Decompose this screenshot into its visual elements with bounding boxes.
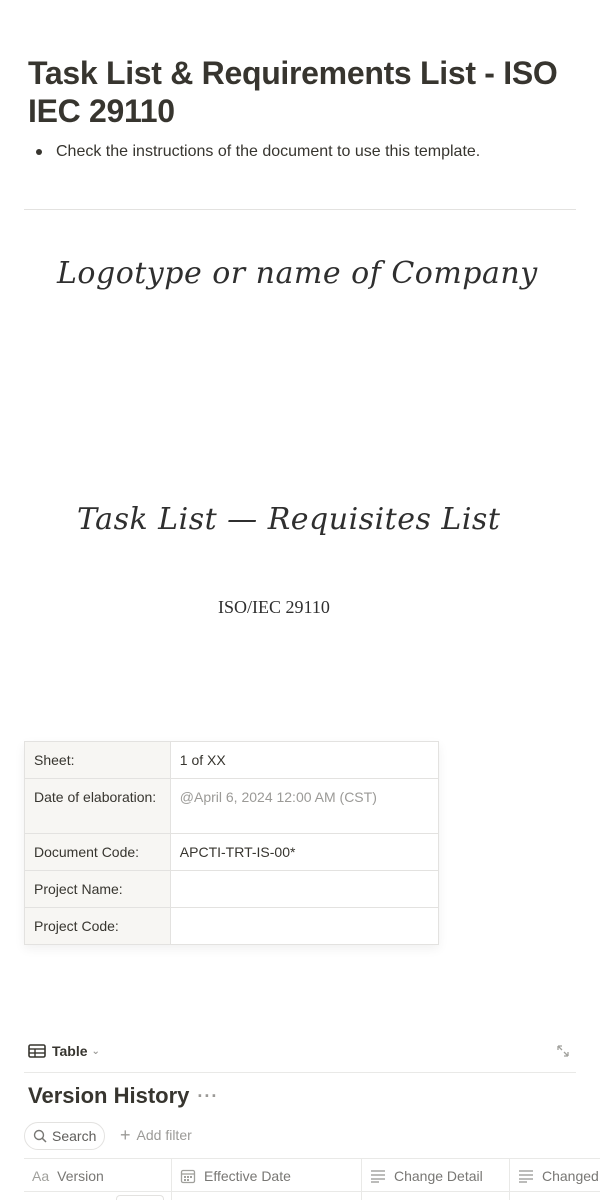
instructions-bullet: Check the instructions of the document t…	[28, 143, 480, 161]
sheet-value[interactable]: 1 of XX	[169, 741, 440, 779]
database-title: Version History ···	[28, 1083, 218, 1109]
table-row: Project Code:	[24, 907, 440, 945]
column-header-changed[interactable]: Changed	[509, 1159, 600, 1192]
plus-icon: +	[120, 1125, 131, 1145]
instructions-text: Check the instructions of the document t…	[56, 143, 481, 160]
date-mention[interactable]: @April 6, 2024 12:00 AM (CST)	[169, 778, 440, 834]
bullet-dot-icon	[36, 149, 42, 155]
document-code-value[interactable]: APCTI-TRT-IS-00*	[169, 833, 440, 871]
table-icon	[28, 1044, 46, 1058]
calendar-icon	[180, 1168, 196, 1184]
table-cell[interactable]	[509, 1192, 510, 1200]
project-code-value[interactable]	[169, 907, 440, 945]
text-lines-icon	[518, 1169, 534, 1183]
date-label[interactable]: Date of elaboration:	[24, 778, 171, 834]
column-label: Change Detail	[394, 1167, 483, 1184]
text-lines-icon	[370, 1169, 386, 1183]
table-cell[interactable]	[361, 1192, 362, 1200]
column-label: Version	[57, 1167, 104, 1184]
table-header-row: Aa Version Effective Date Change Detail …	[24, 1158, 600, 1192]
column-label: Effective Date	[204, 1167, 291, 1184]
search-button[interactable]: Search	[24, 1122, 106, 1150]
document-info-table: Sheet: 1 of XX Date of elaboration: @Apr…	[24, 741, 440, 945]
view-label: Table	[52, 1043, 88, 1059]
project-name-value[interactable]	[169, 870, 440, 908]
page-title: Task List & Requirements List - ISO IEC …	[28, 55, 558, 129]
table-row: Project Name:	[24, 870, 440, 908]
search-label: Search	[52, 1128, 97, 1144]
project-code-label[interactable]: Project Code:	[24, 907, 171, 945]
table-row: Sheet: 1 of XX	[24, 741, 440, 779]
document-title: Task List — Requisites List	[77, 502, 501, 537]
add-filter-label: Add filter	[136, 1127, 192, 1143]
sheet-label[interactable]: Sheet:	[24, 741, 171, 779]
company-logo-placeholder: Logotype or name of Company	[57, 256, 538, 291]
standard-label: ISO/IEC 29110	[218, 597, 330, 617]
column-header-effective-date[interactable]: Effective Date	[171, 1159, 361, 1192]
expand-icon[interactable]	[556, 1044, 570, 1058]
table-cell[interactable]	[171, 1192, 172, 1200]
more-options-icon[interactable]: ···	[197, 1086, 218, 1107]
open-row-button[interactable]	[116, 1195, 164, 1200]
add-filter-button[interactable]: + Add filter	[120, 1125, 192, 1145]
search-icon	[33, 1129, 47, 1143]
database-title-text[interactable]: Version History	[28, 1083, 189, 1109]
view-selector-table[interactable]: Table ⌄	[28, 1043, 100, 1059]
column-header-change-detail[interactable]: Change Detail	[361, 1159, 509, 1192]
database-view-bar: Table ⌄	[24, 1040, 576, 1073]
column-label: Changed	[542, 1167, 599, 1184]
text-aa-icon: Aa	[32, 1167, 50, 1184]
table-row: Document Code: APCTI-TRT-IS-00*	[24, 833, 440, 871]
project-name-label[interactable]: Project Name:	[24, 870, 171, 908]
table-row: Date of elaboration: @April 6, 2024 12:0…	[24, 778, 440, 834]
column-header-version[interactable]: Aa Version	[24, 1159, 171, 1192]
document-code-label[interactable]: Document Code:	[24, 833, 171, 871]
table-row[interactable]	[24, 1192, 600, 1200]
chevron-down-icon: ⌄	[91, 1045, 100, 1057]
divider	[24, 209, 576, 210]
